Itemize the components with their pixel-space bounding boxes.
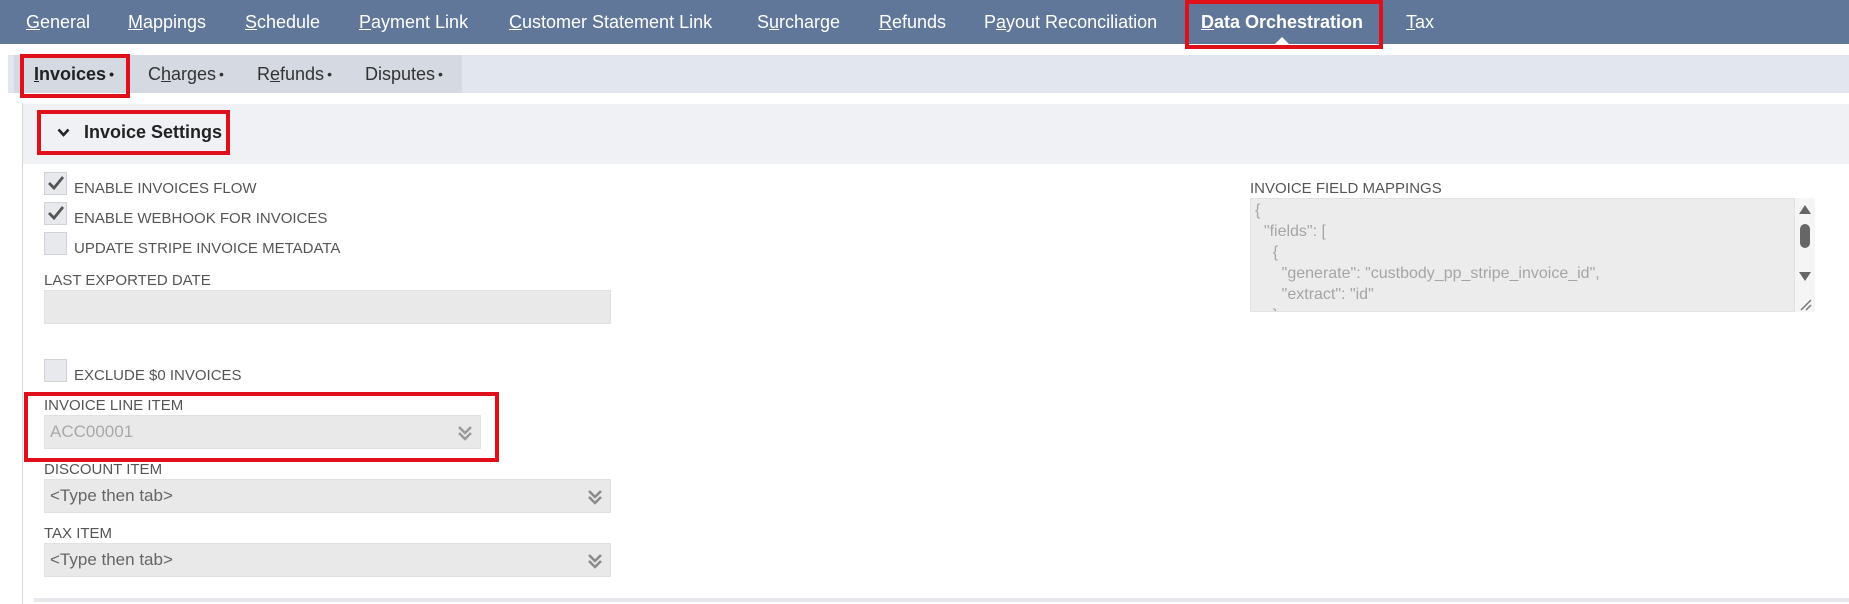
enable-invoices-flow-label: ENABLE INVOICES FLOW (74, 180, 257, 197)
invoice-line-item-value: ACC00001 (50, 422, 134, 441)
json-line: "generate": "custbody_pp_stripe_invoice_… (1255, 265, 1600, 282)
section-title[interactable]: Invoice Settings (84, 122, 222, 143)
discount-item-select[interactable]: <Type then tab> (44, 479, 611, 513)
section-bottom-border (34, 598, 1849, 602)
tab-schedule[interactable]: Schedule (245, 0, 320, 44)
json-line: }, (1255, 307, 1283, 311)
tab-surcharge[interactable]: Surcharge (757, 0, 840, 44)
chevron-down-icon[interactable] (57, 126, 70, 139)
tab-payout-reconciliation[interactable]: Payout Reconciliation (984, 0, 1157, 44)
invoice-settings-section (23, 104, 1849, 164)
checkmark-icon (48, 176, 65, 191)
invoice-line-item-select[interactable]: ACC00001 (44, 415, 481, 449)
json-line: "fields": [ (1255, 223, 1326, 240)
tab-data-orchestration[interactable]: Data Orchestration (1201, 0, 1363, 44)
json-line: { (1255, 244, 1279, 261)
scroll-down-arrow-icon[interactable] (1799, 272, 1811, 281)
subtab-charges[interactable]: Charges • (148, 55, 224, 93)
exclude-zero-invoices-checkbox[interactable] (44, 359, 67, 382)
discount-item-label: DISCOUNT ITEM (44, 461, 163, 478)
checkmark-icon (48, 206, 65, 221)
tax-item-value: <Type then tab> (50, 550, 173, 569)
last-exported-date-label: LAST EXPORTED DATE (44, 272, 211, 289)
subtab-refunds[interactable]: Refunds • (257, 55, 332, 93)
subtab-invoices[interactable]: Invoices • (34, 55, 114, 93)
discount-item-value: <Type then tab> (50, 486, 173, 505)
tax-item-label: TAX ITEM (44, 525, 113, 542)
double-chevron-down-icon (458, 426, 472, 441)
json-line: { (1255, 202, 1261, 219)
invoice-field-mappings-label: INVOICE FIELD MAPPINGS (1250, 180, 1442, 197)
tab-customer-statement-link[interactable]: Customer Statement Link (509, 0, 712, 44)
tax-item-select[interactable]: <Type then tab> (44, 543, 611, 577)
subtab-disputes[interactable]: Disputes • (365, 55, 443, 93)
update-stripe-metadata-checkbox[interactable] (44, 232, 67, 255)
tab-tax[interactable]: Tax (1406, 0, 1434, 44)
tab-mappings[interactable]: Mappings (128, 0, 206, 44)
update-stripe-metadata-label: UPDATE STRIPE INVOICE METADATA (74, 240, 341, 257)
tab-payment-link[interactable]: Payment Link (359, 0, 468, 44)
content-border (22, 103, 23, 604)
json-line: "extract": "id" (1255, 286, 1374, 303)
resize-handle-icon[interactable] (1797, 296, 1813, 312)
enable-webhook-label: ENABLE WEBHOOK FOR INVOICES (74, 210, 328, 227)
mappings-scrollbar[interactable] (1795, 198, 1815, 312)
last-exported-date-input[interactable] (44, 290, 611, 324)
tab-refunds[interactable]: Refunds (879, 0, 946, 44)
enable-webhook-checkbox[interactable] (44, 202, 67, 225)
double-chevron-down-icon (588, 554, 602, 569)
invoice-field-mappings-textarea[interactable]: { "fields": [ { "generate": "custbody_pp… (1250, 198, 1795, 312)
scroll-thumb[interactable] (1800, 224, 1810, 248)
exclude-zero-invoices-label: EXCLUDE $0 INVOICES (74, 367, 242, 384)
invoice-line-item-label: INVOICE LINE ITEM (44, 397, 184, 414)
double-chevron-down-icon (588, 490, 602, 505)
tab-general[interactable]: General (26, 0, 90, 44)
enable-invoices-flow-checkbox[interactable] (44, 172, 67, 195)
scroll-up-arrow-icon[interactable] (1799, 205, 1811, 214)
